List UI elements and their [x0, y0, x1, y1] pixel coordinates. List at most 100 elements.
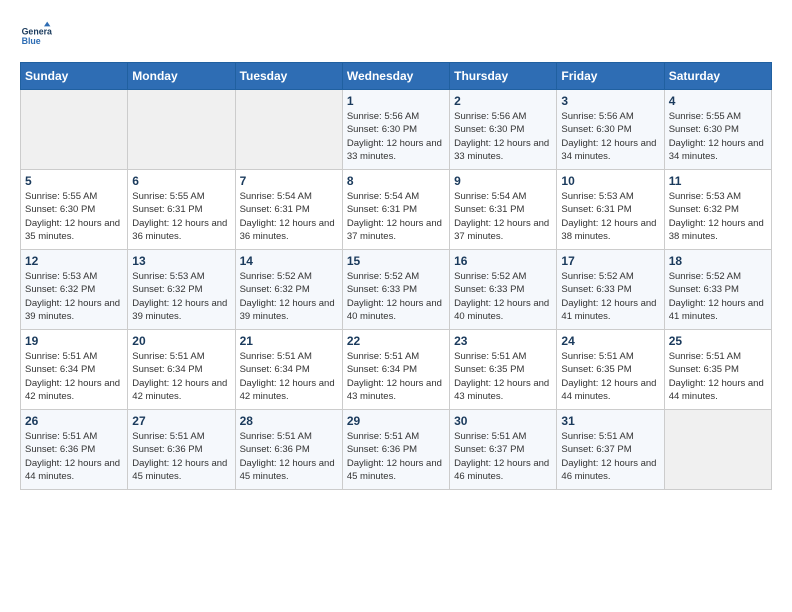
- calendar-cell: 30Sunrise: 5:51 AM Sunset: 6:37 PM Dayli…: [450, 410, 557, 490]
- day-info: Sunrise: 5:52 AM Sunset: 6:33 PM Dayligh…: [561, 270, 659, 323]
- calendar-cell: 22 Sunrise: 5:51 AM Sunset: 6:34 PM Dayli…: [342, 330, 449, 410]
- day-number: 16: [454, 254, 552, 268]
- day-number: 14: [240, 254, 338, 268]
- day-info: Sunrise: 5:54 AM Sunset: 6:31 PM Dayligh…: [240, 190, 338, 243]
- calendar-cell: 12Sunrise: 5:53 AM Sunset: 6:32 PM Dayli…: [21, 250, 128, 330]
- day-number: 4: [669, 94, 767, 108]
- day-info: Sunrise: 5:53 AM Sunset: 6:32 PM Dayligh…: [669, 190, 767, 243]
- day-info: Sunrise: 5:51 AM Sunset: 6:34 PM Dayligh…: [132, 350, 230, 403]
- logo-icon: General Blue: [20, 20, 52, 52]
- calendar-cell: 26 Sunrise: 5:51 AM Sunset: 6:36 PM Dayli…: [21, 410, 128, 490]
- day-info: Sunrise: 5:52 AM Sunset: 6:33 PM Dayligh…: [347, 270, 445, 323]
- calendar-cell: 2 Sunrise: 5:56 AM Sunset: 6:30 PM Daylig…: [450, 90, 557, 170]
- day-number: 17: [561, 254, 659, 268]
- day-number: 6: [132, 174, 230, 188]
- week-row-4: 19 Sunrise: 5:51 AM Sunset: 6:34 PM Dayli…: [21, 330, 772, 410]
- day-number: 25: [669, 334, 767, 348]
- day-number: 3: [561, 94, 659, 108]
- calendar-cell: [21, 90, 128, 170]
- day-info: Sunrise: 5:55 AM Sunset: 6:30 PM Dayligh…: [669, 110, 767, 163]
- day-info: Sunrise: 5:56 AM Sunset: 6:30 PM Dayligh…: [561, 110, 659, 163]
- calendar-cell: 24 Sunrise: 5:51 AM Sunset: 6:35 PM Dayli…: [557, 330, 664, 410]
- day-number: 30: [454, 414, 552, 428]
- calendar-cell: 13 Sunrise: 5:53 AM Sunset: 6:32 PM Dayli…: [128, 250, 235, 330]
- calendar-cell: 7 Sunrise: 5:54 AM Sunset: 6:31 PM Daylig…: [235, 170, 342, 250]
- day-info: Sunrise: 5:51 AM Sunset: 6:34 PM Dayligh…: [25, 350, 123, 403]
- day-info: Sunrise: 5:51 AM Sunset: 6:34 PM Dayligh…: [347, 350, 445, 403]
- calendar-cell: 25 Sunrise: 5:51 AM Sunset: 6:35 PM Dayli…: [664, 330, 771, 410]
- calendar-cell: 10Sunrise: 5:53 AM Sunset: 6:31 PM Dayli…: [557, 170, 664, 250]
- day-number: 28: [240, 414, 338, 428]
- day-number: 19: [25, 334, 123, 348]
- calendar-cell: 11 Sunrise: 5:53 AM Sunset: 6:32 PM Dayli…: [664, 170, 771, 250]
- day-number: 29: [347, 414, 445, 428]
- day-number: 9: [454, 174, 552, 188]
- day-number: 21: [240, 334, 338, 348]
- calendar-cell: 19 Sunrise: 5:51 AM Sunset: 6:34 PM Dayli…: [21, 330, 128, 410]
- day-info: Sunrise: 5:52 AM Sunset: 6:33 PM Dayligh…: [454, 270, 552, 323]
- day-info: Sunrise: 5:51 AM Sunset: 6:34 PM Dayligh…: [240, 350, 338, 403]
- svg-text:General: General: [22, 26, 52, 36]
- day-number: 1: [347, 94, 445, 108]
- header: General Blue: [20, 20, 772, 52]
- day-header-thursday: Thursday: [450, 63, 557, 90]
- day-info: Sunrise: 5:51 AM Sunset: 6:35 PM Dayligh…: [669, 350, 767, 403]
- calendar-cell: 15 Sunrise: 5:52 AM Sunset: 6:33 PM Dayli…: [342, 250, 449, 330]
- day-header-saturday: Saturday: [664, 63, 771, 90]
- day-number: 13: [132, 254, 230, 268]
- day-info: Sunrise: 5:51 AM Sunset: 6:35 PM Dayligh…: [454, 350, 552, 403]
- day-number: 5: [25, 174, 123, 188]
- calendar-cell: 27Sunrise: 5:51 AM Sunset: 6:36 PM Dayli…: [128, 410, 235, 490]
- day-info: Sunrise: 5:54 AM Sunset: 6:31 PM Dayligh…: [347, 190, 445, 243]
- day-info: Sunrise: 5:53 AM Sunset: 6:31 PM Dayligh…: [561, 190, 659, 243]
- day-number: 24: [561, 334, 659, 348]
- day-number: 18: [669, 254, 767, 268]
- day-info: Sunrise: 5:56 AM Sunset: 6:30 PM Dayligh…: [347, 110, 445, 163]
- day-info: Sunrise: 5:55 AM Sunset: 6:30 PM Dayligh…: [25, 190, 123, 243]
- calendar-cell: 9 Sunrise: 5:54 AM Sunset: 6:31 PM Daylig…: [450, 170, 557, 250]
- day-number: 22: [347, 334, 445, 348]
- day-info: Sunrise: 5:51 AM Sunset: 6:36 PM Dayligh…: [25, 430, 123, 483]
- day-info: Sunrise: 5:52 AM Sunset: 6:33 PM Dayligh…: [669, 270, 767, 323]
- day-number: 20: [132, 334, 230, 348]
- calendar-cell: 23Sunrise: 5:51 AM Sunset: 6:35 PM Dayli…: [450, 330, 557, 410]
- week-row-2: 5 Sunrise: 5:55 AM Sunset: 6:30 PM Daylig…: [21, 170, 772, 250]
- day-info: Sunrise: 5:51 AM Sunset: 6:35 PM Dayligh…: [561, 350, 659, 403]
- calendar-cell: [235, 90, 342, 170]
- day-info: Sunrise: 5:56 AM Sunset: 6:30 PM Dayligh…: [454, 110, 552, 163]
- day-header-sunday: Sunday: [21, 63, 128, 90]
- svg-text:Blue: Blue: [22, 36, 41, 46]
- calendar-cell: 1 Sunrise: 5:56 AM Sunset: 6:30 PM Daylig…: [342, 90, 449, 170]
- day-info: Sunrise: 5:51 AM Sunset: 6:37 PM Dayligh…: [561, 430, 659, 483]
- day-number: 27: [132, 414, 230, 428]
- day-info: Sunrise: 5:51 AM Sunset: 6:36 PM Dayligh…: [347, 430, 445, 483]
- calendar-cell: 28 Sunrise: 5:51 AM Sunset: 6:36 PM Dayli…: [235, 410, 342, 490]
- calendar-cell: 8 Sunrise: 5:54 AM Sunset: 6:31 PM Daylig…: [342, 170, 449, 250]
- day-info: Sunrise: 5:52 AM Sunset: 6:32 PM Dayligh…: [240, 270, 338, 323]
- week-row-3: 12 Sunrise: 5:53 AM Sunset: 6:32 PM Dayli…: [21, 250, 772, 330]
- day-header-tuesday: Tuesday: [235, 63, 342, 90]
- calendar-cell: [128, 90, 235, 170]
- week-row-1: 1 Sunrise: 5:56 AM Sunset: 6:30 PM Daylig…: [21, 90, 772, 170]
- day-number: 2: [454, 94, 552, 108]
- week-row-5: 26 Sunrise: 5:51 AM Sunset: 6:36 PM Dayli…: [21, 410, 772, 490]
- day-info: Sunrise: 5:53 AM Sunset: 6:32 PM Dayligh…: [132, 270, 230, 323]
- day-number: 15: [347, 254, 445, 268]
- day-number: 11: [669, 174, 767, 188]
- calendar-cell: 18 Sunrise: 5:52 AM Sunset: 6:33 PM Dayli…: [664, 250, 771, 330]
- calendar-cell: 4 Sunrise: 5:55 AM Sunset: 6:30 PM Daylig…: [664, 90, 771, 170]
- day-info: Sunrise: 5:54 AM Sunset: 6:31 PM Dayligh…: [454, 190, 552, 243]
- day-number: 7: [240, 174, 338, 188]
- day-number: 12: [25, 254, 123, 268]
- day-header-friday: Friday: [557, 63, 664, 90]
- day-number: 8: [347, 174, 445, 188]
- day-number: 26: [25, 414, 123, 428]
- calendar-cell: 3 Sunrise: 5:56 AM Sunset: 6:30 PM Daylig…: [557, 90, 664, 170]
- calendar-cell: 5 Sunrise: 5:55 AM Sunset: 6:30 PM Daylig…: [21, 170, 128, 250]
- calendar-cell: 31Sunrise: 5:51 AM Sunset: 6:37 PM Dayli…: [557, 410, 664, 490]
- calendar-cell: [664, 410, 771, 490]
- calendar-cell: 17 Sunrise: 5:52 AM Sunset: 6:33 PM Dayli…: [557, 250, 664, 330]
- calendar-table: SundayMondayTuesdayWednesdayThursdayFrid…: [20, 62, 772, 490]
- calendar-cell: 16 Sunrise: 5:52 AM Sunset: 6:33 PM Dayli…: [450, 250, 557, 330]
- day-info: Sunrise: 5:51 AM Sunset: 6:36 PM Dayligh…: [240, 430, 338, 483]
